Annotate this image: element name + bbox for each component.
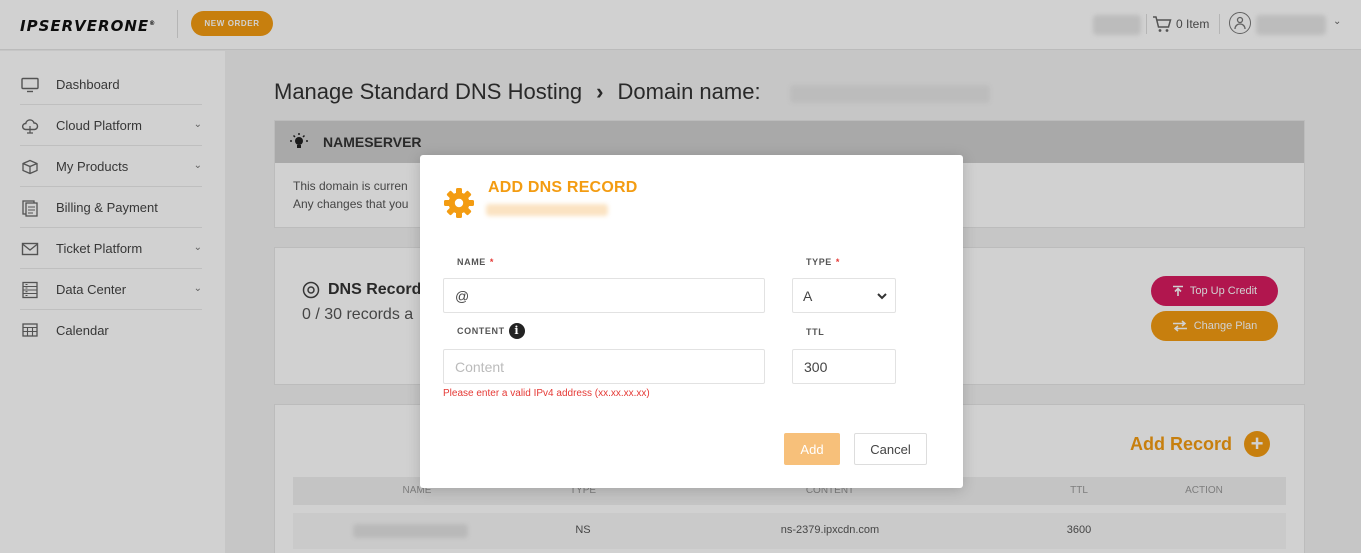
ttl-label: TTL xyxy=(806,327,824,337)
label-text: CONTENT xyxy=(457,326,505,336)
redacted-domain xyxy=(486,204,608,216)
gear-icon xyxy=(444,188,474,218)
required-mark: * xyxy=(489,257,495,267)
required-mark: * xyxy=(835,257,841,267)
label-text: TYPE xyxy=(806,257,832,267)
add-button[interactable]: Add xyxy=(784,433,840,465)
modal-title: ADD DNS RECORD xyxy=(488,179,638,196)
type-label: TYPE * xyxy=(806,257,840,267)
content-label: CONTENT i xyxy=(457,323,525,339)
info-icon[interactable]: i xyxy=(508,323,525,339)
ttl-input[interactable] xyxy=(792,349,896,384)
label-text: TTL xyxy=(806,327,825,337)
type-select-value: A xyxy=(803,287,813,304)
cancel-button[interactable]: Cancel xyxy=(854,433,927,465)
type-select[interactable]: A xyxy=(792,278,896,313)
name-input[interactable] xyxy=(443,278,765,313)
name-label: NAME * xyxy=(457,257,494,267)
content-error-message: Please enter a valid IPv4 address (xx.xx… xyxy=(443,388,650,399)
label-text: NAME xyxy=(457,257,486,267)
chevron-down-icon xyxy=(877,293,887,300)
add-dns-record-modal: ADD DNS RECORD NAME* TYPE* A CONTENTi TT… xyxy=(420,155,963,488)
content-input[interactable] xyxy=(443,349,765,384)
